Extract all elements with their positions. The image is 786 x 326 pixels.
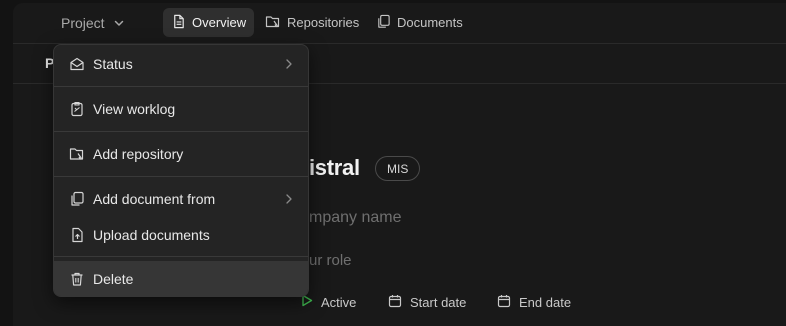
tab-documents[interactable]: Documents [376,8,463,37]
menu-item-delete[interactable]: Delete [54,261,308,296]
copy-document-icon [376,14,397,32]
tab-repositories-label: Repositories [287,15,360,30]
worklog-icon [69,101,85,117]
top-navigation: Project Overview Repositories Documents [13,3,786,44]
tab-overview[interactable]: Overview [163,8,255,37]
chevron-down-icon [113,17,125,29]
project-context-menu: Status View worklog Add repository Add d… [53,44,309,297]
start-date-label: Start date [410,294,467,310]
menu-item-status[interactable]: Status [54,46,308,82]
chevron-right-icon [284,57,294,73]
upload-document-icon [69,227,85,243]
status-active[interactable]: Active [301,293,356,311]
chevron-right-icon [284,192,294,208]
menu-item-label: View worklog [93,101,176,117]
end-date-button[interactable]: End date [497,293,571,311]
menu-item-add-document-from[interactable]: Add document from [54,181,308,217]
tab-documents-label: Documents [397,15,463,30]
menu-divider [54,86,308,87]
trash-icon [69,271,85,287]
menu-divider [54,256,308,257]
project-dropdown[interactable]: Project [61,11,125,35]
end-date-label: End date [519,294,572,310]
start-date-button[interactable]: Start date [388,293,466,311]
menu-item-label: Add repository [93,146,184,162]
menu-divider [54,176,308,177]
project-label: Project [61,15,105,31]
add-repository-icon [69,146,85,162]
menu-item-label: Status [93,56,133,72]
calendar-icon [388,294,410,311]
menu-item-label: Upload documents [93,227,210,243]
copy-document-icon [69,191,85,207]
menu-divider [54,131,308,132]
calendar-icon [497,294,519,311]
menu-item-label: Delete [93,271,134,287]
tab-overview-label: Overview [192,15,247,30]
page-title[interactable]: istral [309,155,360,181]
menu-item-upload-documents[interactable]: Upload documents [54,217,308,253]
envelope-open-icon [69,56,85,72]
company-name-field[interactable]: mpany name [309,209,402,227]
role-field[interactable]: ur role [309,252,352,269]
status-label: Active [321,294,357,310]
tab-repositories[interactable]: Repositories [265,8,359,37]
repository-icon [265,14,287,32]
menu-item-view-worklog[interactable]: View worklog [54,91,308,127]
document-icon [171,14,192,32]
status-badge: MIS [375,156,421,181]
menu-item-add-repository[interactable]: Add repository [54,136,308,172]
menu-item-label: Add document from [93,191,216,207]
